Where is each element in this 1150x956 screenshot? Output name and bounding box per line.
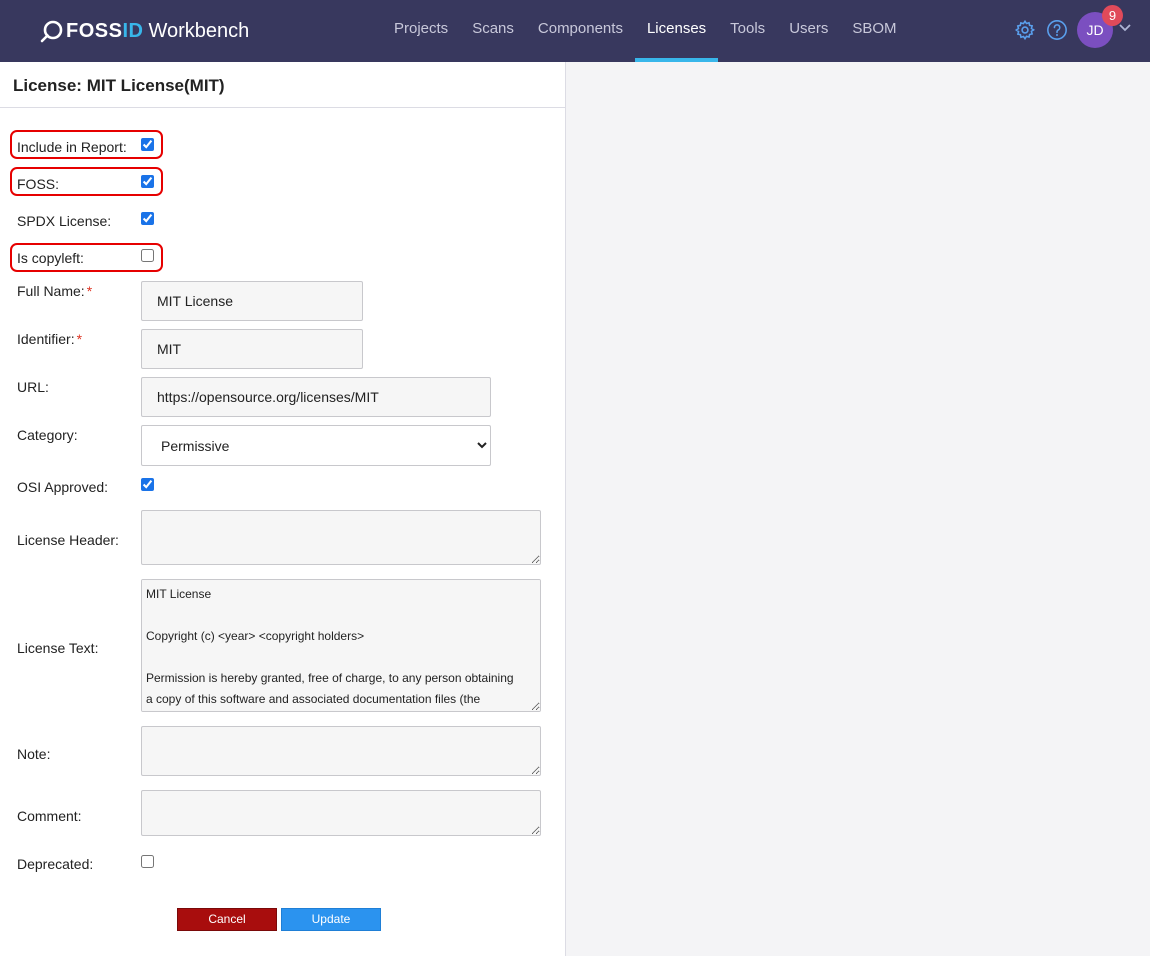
foss-checkbox[interactable] <box>141 175 154 188</box>
nav-components[interactable]: Components <box>526 0 635 62</box>
logo-text-product: Workbench <box>148 19 250 42</box>
fossid-logo[interactable]: FOSS ID Workbench <box>40 17 249 45</box>
question-circle-icon[interactable] <box>1046 19 1068 41</box>
main-nav: Projects Scans Components Licenses Tools… <box>382 0 909 62</box>
osi-approved-checkbox[interactable] <box>141 478 154 491</box>
panel-header: License: MIT License(MIT) <box>0 62 565 108</box>
note-label: Note: <box>17 746 51 762</box>
identifier-label: Identifier: * <box>17 331 82 347</box>
top-navigation-bar: FOSS ID Workbench Projects Scans Compone… <box>0 0 1150 62</box>
logo-mark-icon <box>40 20 63 43</box>
nav-sbom[interactable]: SBOM <box>840 0 908 62</box>
nav-licenses[interactable]: Licenses <box>634 0 719 62</box>
identifier-label-text: Identifier: <box>17 331 75 347</box>
identifier-input[interactable] <box>141 329 363 369</box>
license-header-textarea[interactable] <box>141 510 541 565</box>
gear-icon[interactable] <box>1014 19 1036 41</box>
logo-text-id: ID <box>122 19 144 42</box>
url-input[interactable] <box>141 377 491 417</box>
nav-scans[interactable]: Scans <box>460 0 526 62</box>
category-label: Category: <box>17 427 78 443</box>
osi-approved-label: OSI Approved: <box>17 479 109 495</box>
full-name-input[interactable] <box>141 281 363 321</box>
required-marker: * <box>76 331 83 347</box>
category-select[interactable]: Permissive <box>141 425 491 466</box>
comment-textarea[interactable] <box>141 790 541 836</box>
comment-label: Comment: <box>17 808 82 824</box>
foss-label: FOSS: <box>17 176 60 192</box>
deprecated-checkbox[interactable] <box>141 855 154 868</box>
chevron-down-icon[interactable] <box>1118 23 1132 33</box>
cancel-button[interactable]: Cancel <box>177 908 277 931</box>
url-label: URL: <box>17 379 49 395</box>
full-name-label: Full Name: * <box>17 283 92 299</box>
note-textarea[interactable] <box>141 726 541 776</box>
include-in-report-label: Include in Report: <box>17 139 127 155</box>
license-header-label: License Header: <box>17 532 119 548</box>
is-copyleft-label: Is copyleft: <box>17 250 84 266</box>
is-copyleft-checkbox[interactable] <box>141 249 154 262</box>
nav-tools[interactable]: Tools <box>718 0 777 62</box>
include-in-report-checkbox[interactable] <box>141 138 154 151</box>
required-marker: * <box>86 283 93 299</box>
full-name-label-text: Full Name: <box>17 283 85 299</box>
spdx-license-label: SPDX License: <box>17 213 112 229</box>
spdx-license-checkbox[interactable] <box>141 212 154 225</box>
license-text-textarea[interactable]: MIT License Copyright (c) <year> <copyri… <box>141 579 541 712</box>
license-text-label: License Text: <box>17 640 99 656</box>
update-button[interactable]: Update <box>281 908 381 931</box>
logo-text-foss: FOSS <box>66 19 123 42</box>
page-title: License: MIT License(MIT) <box>13 76 225 95</box>
deprecated-label: Deprecated: <box>17 856 94 872</box>
nav-users[interactable]: Users <box>777 0 840 62</box>
nav-projects[interactable]: Projects <box>382 0 460 62</box>
